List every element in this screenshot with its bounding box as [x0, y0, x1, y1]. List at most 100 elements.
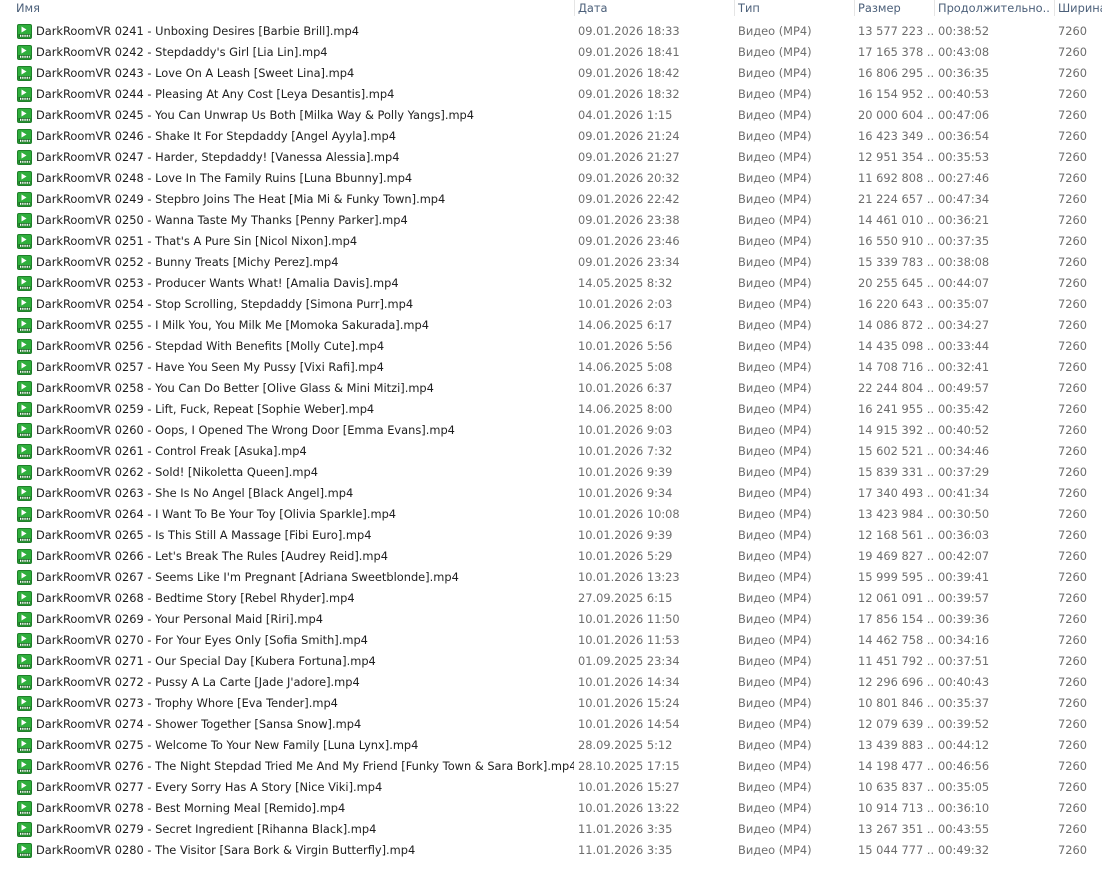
file-type: Видео (MP4): [738, 696, 812, 710]
mp4-video-file-icon: [17, 654, 32, 669]
file-frame-width: 7260: [1058, 213, 1087, 227]
file-frame-width: 7260: [1058, 276, 1087, 290]
file-row[interactable]: DarkRoomVR 0245 - You Can Unwrap Us Both…: [0, 105, 1102, 126]
file-frame-width: 7260: [1058, 318, 1087, 332]
file-row[interactable]: DarkRoomVR 0260 - Oops, I Opened The Wro…: [0, 420, 1102, 441]
file-row[interactable]: DarkRoomVR 0279 - Secret Ingredient [Rih…: [0, 819, 1102, 840]
file-row[interactable]: DarkRoomVR 0264 - I Want To Be Your Toy …: [0, 504, 1102, 525]
file-row[interactable]: DarkRoomVR 0265 - Is This Still A Massag…: [0, 525, 1102, 546]
file-date: 14.05.2025 8:32: [578, 276, 673, 290]
file-row[interactable]: DarkRoomVR 0278 - Best Morning Meal [Rem…: [0, 798, 1102, 819]
mp4-video-file-icon: [17, 402, 32, 417]
file-row[interactable]: DarkRoomVR 0243 - Love On A Leash [Sweet…: [0, 63, 1102, 84]
file-type: Видео (MP4): [738, 171, 812, 185]
file-row[interactable]: DarkRoomVR 0269 - Your Personal Maid [Ri…: [0, 609, 1102, 630]
file-frame-width: 7260: [1058, 591, 1087, 605]
file-frame-width: 7260: [1058, 444, 1087, 458]
file-row[interactable]: DarkRoomVR 0275 - Welcome To Your New Fa…: [0, 735, 1102, 756]
file-name: DarkRoomVR 0274 - Shower Together [Sansa…: [36, 717, 362, 731]
column-header-type[interactable]: Тип: [738, 0, 850, 16]
file-row[interactable]: DarkRoomVR 0246 - Shake It For Stepdaddy…: [0, 126, 1102, 147]
file-size: 12 061 091 ...: [858, 591, 934, 605]
file-row[interactable]: DarkRoomVR 0261 - Control Freak [Asuka].…: [0, 441, 1102, 462]
file-duration: 00:49:32: [938, 843, 990, 857]
file-row[interactable]: DarkRoomVR 0255 - I Milk You, You Milk M…: [0, 315, 1102, 336]
column-divider[interactable]: [854, 0, 855, 16]
file-row[interactable]: DarkRoomVR 0241 - Unboxing Desires [Barb…: [0, 21, 1102, 42]
file-frame-width: 7260: [1058, 780, 1087, 794]
column-divider[interactable]: [934, 0, 935, 16]
file-date: 14.06.2025 5:08: [578, 360, 673, 374]
file-frame-width: 7260: [1058, 87, 1087, 101]
file-row[interactable]: DarkRoomVR 0242 - Stepdaddy's Girl [Lia …: [0, 42, 1102, 63]
mp4-video-file-icon: [17, 423, 32, 438]
file-size: 14 435 098 ...: [858, 339, 934, 353]
file-date: 09.01.2026 18:41: [578, 45, 680, 59]
file-name: DarkRoomVR 0267 - Seems Like I'm Pregnan…: [36, 570, 459, 584]
file-frame-width: 7260: [1058, 717, 1087, 731]
file-row[interactable]: DarkRoomVR 0270 - For Your Eyes Only [So…: [0, 630, 1102, 651]
file-row[interactable]: DarkRoomVR 0268 - Bedtime Story [Rebel R…: [0, 588, 1102, 609]
file-date: 10.01.2026 9:34: [578, 486, 673, 500]
file-name: DarkRoomVR 0257 - Have You Seen My Pussy…: [36, 360, 384, 374]
file-size: 15 602 521 ...: [858, 444, 934, 458]
mp4-video-file-icon: [17, 45, 32, 60]
column-divider[interactable]: [574, 0, 575, 16]
file-row[interactable]: DarkRoomVR 0274 - Shower Together [Sansa…: [0, 714, 1102, 735]
mp4-video-file-icon: [17, 570, 32, 585]
column-header-width[interactable]: Ширина: [1058, 0, 1102, 16]
file-row[interactable]: DarkRoomVR 0263 - She Is No Angel [Black…: [0, 483, 1102, 504]
file-row[interactable]: DarkRoomVR 0253 - Producer Wants What! […: [0, 273, 1102, 294]
file-duration: 00:37:29: [938, 465, 990, 479]
file-date: 10.01.2026 7:32: [578, 444, 673, 458]
file-row[interactable]: DarkRoomVR 0273 - Trophy Whore [Eva Tend…: [0, 693, 1102, 714]
file-row[interactable]: DarkRoomVR 0257 - Have You Seen My Pussy…: [0, 357, 1102, 378]
column-divider[interactable]: [1054, 0, 1055, 16]
file-date: 10.01.2026 15:27: [578, 780, 680, 794]
mp4-video-file-icon: [17, 339, 32, 354]
file-row[interactable]: DarkRoomVR 0250 - Wanna Taste My Thanks …: [0, 210, 1102, 231]
file-row[interactable]: DarkRoomVR 0276 - The Night Stepdad Trie…: [0, 756, 1102, 777]
file-duration: 00:35:07: [938, 297, 990, 311]
file-row[interactable]: DarkRoomVR 0248 - Love In The Family Rui…: [0, 168, 1102, 189]
column-header-duration[interactable]: Продолжительно...: [938, 0, 1050, 16]
mp4-video-file-icon: [17, 255, 32, 270]
file-type: Видео (MP4): [738, 528, 812, 542]
file-row[interactable]: DarkRoomVR 0247 - Harder, Stepdaddy! [Va…: [0, 147, 1102, 168]
file-size: 17 165 378 ...: [858, 45, 934, 59]
column-header-date[interactable]: Дата: [578, 0, 730, 16]
file-type: Видео (MP4): [738, 129, 812, 143]
file-row[interactable]: DarkRoomVR 0272 - Pussy A La Carte [Jade…: [0, 672, 1102, 693]
file-date: 09.01.2026 18:42: [578, 66, 680, 80]
file-size: 15 044 777 ...: [858, 843, 934, 857]
column-header-size[interactable]: Размер: [858, 0, 930, 16]
column-header-name[interactable]: Имя: [16, 0, 572, 16]
file-row[interactable]: DarkRoomVR 0267 - Seems Like I'm Pregnan…: [0, 567, 1102, 588]
file-row[interactable]: DarkRoomVR 0254 - Stop Scrolling, Stepda…: [0, 294, 1102, 315]
file-type: Видео (MP4): [738, 150, 812, 164]
file-row[interactable]: DarkRoomVR 0256 - Stepdad With Benefits …: [0, 336, 1102, 357]
file-duration: 00:39:57: [938, 591, 990, 605]
file-row[interactable]: DarkRoomVR 0258 - You Can Do Better [Oli…: [0, 378, 1102, 399]
file-row[interactable]: DarkRoomVR 0259 - Lift, Fuck, Repeat [So…: [0, 399, 1102, 420]
column-divider[interactable]: [734, 0, 735, 16]
file-name: DarkRoomVR 0270 - For Your Eyes Only [So…: [36, 633, 368, 647]
mp4-video-file-icon: [17, 465, 32, 480]
mp4-video-file-icon: [17, 171, 32, 186]
file-size: 15 339 783 ...: [858, 255, 934, 269]
mp4-video-file-icon: [17, 843, 32, 858]
file-row[interactable]: DarkRoomVR 0249 - Stepbro Joins The Heat…: [0, 189, 1102, 210]
file-row[interactable]: DarkRoomVR 0277 - Every Sorry Has A Stor…: [0, 777, 1102, 798]
file-row[interactable]: DarkRoomVR 0266 - Let's Break The Rules …: [0, 546, 1102, 567]
file-row[interactable]: DarkRoomVR 0244 - Pleasing At Any Cost […: [0, 84, 1102, 105]
file-frame-width: 7260: [1058, 843, 1087, 857]
mp4-video-file-icon: [17, 738, 32, 753]
file-row[interactable]: DarkRoomVR 0262 - Sold! [Nikoletta Queen…: [0, 462, 1102, 483]
file-frame-width: 7260: [1058, 612, 1087, 626]
file-row[interactable]: DarkRoomVR 0251 - That's A Pure Sin [Nic…: [0, 231, 1102, 252]
file-row[interactable]: DarkRoomVR 0280 - The Visitor [Sara Bork…: [0, 840, 1102, 861]
file-type: Видео (MP4): [738, 297, 812, 311]
file-size: 19 469 827 ...: [858, 549, 934, 563]
file-row[interactable]: DarkRoomVR 0271 - Our Special Day [Kuber…: [0, 651, 1102, 672]
file-row[interactable]: DarkRoomVR 0252 - Bunny Treats [Michy Pe…: [0, 252, 1102, 273]
